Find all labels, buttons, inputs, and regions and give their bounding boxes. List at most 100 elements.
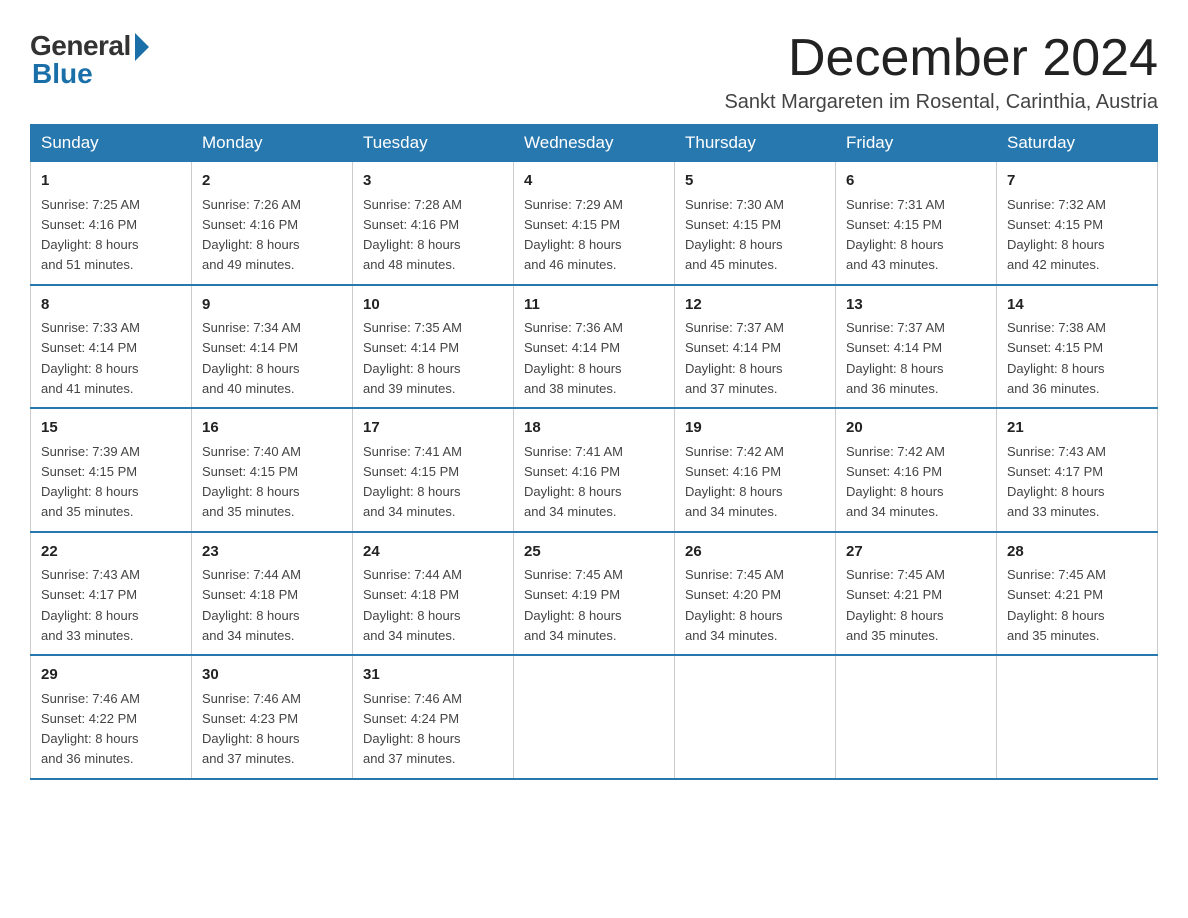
- day-number: 19: [685, 417, 825, 440]
- day-number: 23: [202, 541, 342, 564]
- logo: General Blue: [30, 30, 149, 90]
- calendar-week-3: 15 Sunrise: 7:39 AMSunset: 4:15 PMDayligh…: [31, 408, 1158, 532]
- day-number: 9: [202, 294, 342, 317]
- day-number: 2: [202, 170, 342, 193]
- calendar-cell: 25 Sunrise: 7:45 AMSunset: 4:19 PMDayligh…: [514, 532, 675, 656]
- day-info: Sunrise: 7:29 AMSunset: 4:15 PMDaylight:…: [524, 197, 623, 273]
- day-info: Sunrise: 7:25 AMSunset: 4:16 PMDaylight:…: [41, 197, 140, 273]
- day-number: 15: [41, 417, 181, 440]
- weekday-header-tuesday: Tuesday: [353, 125, 514, 162]
- day-info: Sunrise: 7:41 AMSunset: 4:16 PMDaylight:…: [524, 444, 623, 520]
- calendar-cell: [514, 655, 675, 779]
- calendar-cell: 28Sunrise: 7:45 AMSunset: 4:21 PMDayligh…: [997, 532, 1158, 656]
- day-info: Sunrise: 7:45 AMSunset: 4:20 PMDaylight:…: [685, 567, 784, 643]
- day-info: Sunrise: 7:46 AMSunset: 4:22 PMDaylight:…: [41, 691, 140, 767]
- day-info: Sunrise: 7:43 AMSunset: 4:17 PMDaylight:…: [1007, 444, 1106, 520]
- day-info: Sunrise: 7:36 AMSunset: 4:14 PMDaylight:…: [524, 320, 623, 396]
- calendar-cell: 1 Sunrise: 7:25 AMSunset: 4:16 PMDaylight…: [31, 162, 192, 285]
- weekday-header-monday: Monday: [192, 125, 353, 162]
- page-header: General Blue December 2024 Sankt Margare…: [30, 30, 1158, 114]
- calendar-week-1: 1 Sunrise: 7:25 AMSunset: 4:16 PMDaylight…: [31, 162, 1158, 285]
- calendar-body: 1 Sunrise: 7:25 AMSunset: 4:16 PMDaylight…: [31, 162, 1158, 779]
- day-info: Sunrise: 7:37 AMSunset: 4:14 PMDaylight:…: [685, 320, 784, 396]
- calendar-cell: 10Sunrise: 7:35 AMSunset: 4:14 PMDayligh…: [353, 285, 514, 409]
- calendar-cell: 15 Sunrise: 7:39 AMSunset: 4:15 PMDayligh…: [31, 408, 192, 532]
- calendar-cell: [836, 655, 997, 779]
- day-number: 25: [524, 541, 664, 564]
- calendar-cell: 23 Sunrise: 7:44 AMSunset: 4:18 PMDayligh…: [192, 532, 353, 656]
- weekday-header-sunday: Sunday: [31, 125, 192, 162]
- day-number: 31: [363, 664, 503, 687]
- day-number: 7: [1007, 170, 1147, 193]
- calendar-cell: 14 Sunrise: 7:38 AMSunset: 4:15 PMDayligh…: [997, 285, 1158, 409]
- day-info: Sunrise: 7:46 AMSunset: 4:23 PMDaylight:…: [202, 691, 301, 767]
- day-number: 27: [846, 541, 986, 564]
- day-number: 12: [685, 294, 825, 317]
- day-number: 22: [41, 541, 181, 564]
- calendar-cell: 16Sunrise: 7:40 AMSunset: 4:15 PMDayligh…: [192, 408, 353, 532]
- calendar-cell: 18 Sunrise: 7:41 AMSunset: 4:16 PMDayligh…: [514, 408, 675, 532]
- day-info: Sunrise: 7:28 AMSunset: 4:16 PMDaylight:…: [363, 197, 462, 273]
- day-info: Sunrise: 7:41 AMSunset: 4:15 PMDaylight:…: [363, 444, 462, 520]
- day-info: Sunrise: 7:45 AMSunset: 4:19 PMDaylight:…: [524, 567, 623, 643]
- calendar-cell: 5Sunrise: 7:30 AMSunset: 4:15 PMDaylight…: [675, 162, 836, 285]
- day-number: 20: [846, 417, 986, 440]
- month-title: December 2024: [724, 30, 1158, 87]
- calendar-cell: 22 Sunrise: 7:43 AMSunset: 4:17 PMDayligh…: [31, 532, 192, 656]
- day-number: 29: [41, 664, 181, 687]
- weekday-header-thursday: Thursday: [675, 125, 836, 162]
- day-info: Sunrise: 7:32 AMSunset: 4:15 PMDaylight:…: [1007, 197, 1106, 273]
- day-number: 16: [202, 417, 342, 440]
- day-number: 1: [41, 170, 181, 193]
- calendar-cell: 29 Sunrise: 7:46 AMSunset: 4:22 PMDayligh…: [31, 655, 192, 779]
- day-info: Sunrise: 7:34 AMSunset: 4:14 PMDaylight:…: [202, 320, 301, 396]
- calendar-cell: 11 Sunrise: 7:36 AMSunset: 4:14 PMDayligh…: [514, 285, 675, 409]
- location-title: Sankt Margareten im Rosental, Carinthia,…: [724, 91, 1158, 114]
- day-number: 17: [363, 417, 503, 440]
- calendar-week-5: 29 Sunrise: 7:46 AMSunset: 4:22 PMDayligh…: [31, 655, 1158, 779]
- calendar-cell: 12 Sunrise: 7:37 AMSunset: 4:14 PMDayligh…: [675, 285, 836, 409]
- day-number: 11: [524, 294, 664, 317]
- day-info: Sunrise: 7:44 AMSunset: 4:18 PMDaylight:…: [202, 567, 301, 643]
- day-info: Sunrise: 7:43 AMSunset: 4:17 PMDaylight:…: [41, 567, 140, 643]
- day-info: Sunrise: 7:46 AMSunset: 4:24 PMDaylight:…: [363, 691, 462, 767]
- day-number: 5: [685, 170, 825, 193]
- day-number: 6: [846, 170, 986, 193]
- calendar-cell: 26 Sunrise: 7:45 AMSunset: 4:20 PMDayligh…: [675, 532, 836, 656]
- calendar-week-2: 8Sunrise: 7:33 AMSunset: 4:14 PMDaylight…: [31, 285, 1158, 409]
- calendar-cell: 20 Sunrise: 7:42 AMSunset: 4:16 PMDayligh…: [836, 408, 997, 532]
- day-info: Sunrise: 7:26 AMSunset: 4:16 PMDaylight:…: [202, 197, 301, 273]
- calendar-week-4: 22 Sunrise: 7:43 AMSunset: 4:17 PMDayligh…: [31, 532, 1158, 656]
- day-number: 14: [1007, 294, 1147, 317]
- day-number: 24: [363, 541, 503, 564]
- day-info: Sunrise: 7:38 AMSunset: 4:15 PMDaylight:…: [1007, 320, 1106, 396]
- calendar-cell: 8Sunrise: 7:33 AMSunset: 4:14 PMDaylight…: [31, 285, 192, 409]
- day-info: Sunrise: 7:39 AMSunset: 4:15 PMDaylight:…: [41, 444, 140, 520]
- day-number: 8: [41, 294, 181, 317]
- day-number: 4: [524, 170, 664, 193]
- day-number: 26: [685, 541, 825, 564]
- day-number: 13: [846, 294, 986, 317]
- weekday-header-friday: Friday: [836, 125, 997, 162]
- calendar-cell: 7 Sunrise: 7:32 AMSunset: 4:15 PMDaylight…: [997, 162, 1158, 285]
- calendar-cell: 24 Sunrise: 7:44 AMSunset: 4:18 PMDayligh…: [353, 532, 514, 656]
- day-info: Sunrise: 7:44 AMSunset: 4:18 PMDaylight:…: [363, 567, 462, 643]
- logo-blue-text: Blue: [32, 58, 93, 90]
- calendar-cell: 30 Sunrise: 7:46 AMSunset: 4:23 PMDayligh…: [192, 655, 353, 779]
- day-info: Sunrise: 7:37 AMSunset: 4:14 PMDaylight:…: [846, 320, 945, 396]
- calendar-cell: 6 Sunrise: 7:31 AMSunset: 4:15 PMDaylight…: [836, 162, 997, 285]
- day-info: Sunrise: 7:45 AMSunset: 4:21 PMDaylight:…: [1007, 567, 1106, 643]
- weekday-header-saturday: Saturday: [997, 125, 1158, 162]
- day-number: 30: [202, 664, 342, 687]
- calendar-cell: [997, 655, 1158, 779]
- calendar-cell: 9 Sunrise: 7:34 AMSunset: 4:14 PMDaylight…: [192, 285, 353, 409]
- day-number: 18: [524, 417, 664, 440]
- day-number: 10: [363, 294, 503, 317]
- weekday-header-wednesday: Wednesday: [514, 125, 675, 162]
- day-info: Sunrise: 7:45 AMSunset: 4:21 PMDaylight:…: [846, 567, 945, 643]
- weekday-header-row: SundayMondayTuesdayWednesdayThursdayFrid…: [31, 125, 1158, 162]
- day-info: Sunrise: 7:31 AMSunset: 4:15 PMDaylight:…: [846, 197, 945, 273]
- calendar-cell: 4 Sunrise: 7:29 AMSunset: 4:15 PMDaylight…: [514, 162, 675, 285]
- day-info: Sunrise: 7:42 AMSunset: 4:16 PMDaylight:…: [846, 444, 945, 520]
- calendar-cell: 27 Sunrise: 7:45 AMSunset: 4:21 PMDayligh…: [836, 532, 997, 656]
